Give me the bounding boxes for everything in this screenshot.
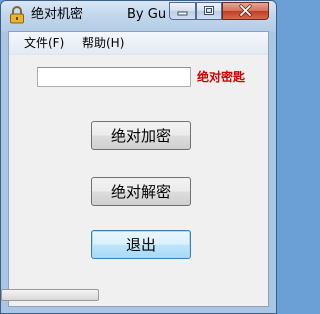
menu-file[interactable]: 文件(F) — [24, 32, 64, 54]
encrypt-button[interactable]: 绝对加密 — [91, 121, 191, 150]
key-label: 绝对密匙 — [197, 70, 246, 84]
menu-help[interactable]: 帮助(H) — [82, 32, 124, 54]
minimize-icon — [177, 11, 188, 16]
menu-bar: 文件(F) 帮助(H) — [9, 32, 268, 55]
close-icon — [239, 4, 252, 17]
window-title-text: 绝对机密 — [31, 7, 84, 22]
padlock-icon — [9, 6, 25, 24]
window-title-author: By Gu — [127, 7, 167, 22]
maximize-icon — [204, 6, 214, 15]
decrypt-button[interactable]: 绝对解密 — [91, 177, 191, 206]
title-bar[interactable]: 绝对机密 By Gu — [1, 1, 276, 31]
client-area: 文件(F) 帮助(H) 绝对密匙 绝对加密 绝对解密 退出 — [8, 31, 269, 307]
window-title: 绝对机密 By Gu — [31, 6, 167, 24]
minimize-button[interactable] — [169, 2, 196, 20]
key-input[interactable] — [37, 67, 191, 87]
maximize-button[interactable] — [196, 2, 222, 20]
scroll-thumb[interactable] — [1, 289, 99, 301]
exit-button[interactable]: 退出 — [91, 230, 191, 259]
app-window: 绝对机密 By Gu 文件(F) 帮助(H) 绝对密匙 绝对加密 绝对解密 退出 — [0, 0, 277, 314]
close-button[interactable] — [222, 2, 269, 20]
